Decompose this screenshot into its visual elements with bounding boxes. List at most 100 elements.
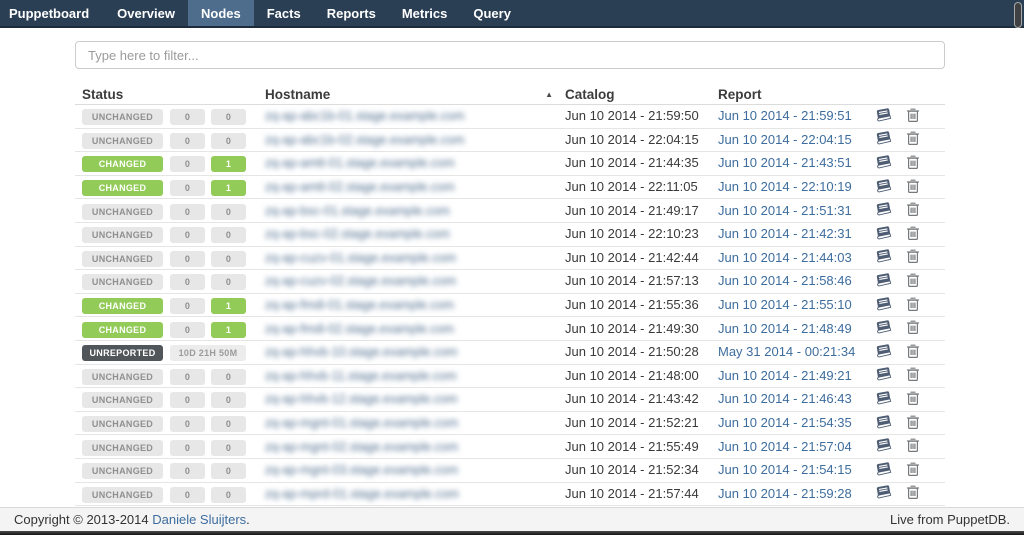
report-book-button[interactable]	[875, 319, 893, 338]
report-link[interactable]: Jun 10 2014 - 21:58:46	[718, 273, 852, 288]
changes-count-badge: 0	[211, 204, 246, 220]
changes-count-badge: 0	[211, 463, 246, 479]
changes-count-badge: 0	[211, 251, 246, 267]
delete-node-button[interactable]	[906, 225, 920, 244]
hostname-link[interactable]: zq-ap-abc1b-02.stage.example.com	[265, 133, 464, 147]
report-link[interactable]: Jun 10 2014 - 21:57:04	[718, 439, 852, 454]
events-count-badge: 0	[170, 133, 205, 149]
hostname-link[interactable]: zq-ap-cuzv-01.stage.example.com	[265, 251, 456, 265]
report-book-button[interactable]	[875, 154, 893, 173]
hostname-link[interactable]: zq-ap-mgnt-02.stage.example.com	[265, 440, 458, 454]
status-badge: CHANGED	[82, 322, 163, 338]
header-hostname-label: Hostname	[265, 87, 330, 102]
report-link[interactable]: Jun 10 2014 - 21:43:51	[718, 155, 852, 170]
hostname-link[interactable]: zq-ap-hhvb-10.stage.example.com	[265, 345, 457, 359]
report-book-button[interactable]	[875, 461, 893, 480]
report-link[interactable]: Jun 10 2014 - 21:44:03	[718, 250, 852, 265]
report-book-button[interactable]	[875, 366, 893, 385]
report-link[interactable]: Jun 10 2014 - 22:04:15	[718, 132, 852, 147]
hostname-link[interactable]: zq-ap-mgnt-01.stage.example.com	[265, 416, 458, 430]
changes-count-badge: 1	[211, 298, 246, 314]
report-book-button[interactable]	[875, 414, 893, 433]
tab-metrics[interactable]: Metrics	[389, 0, 461, 26]
report-book-button[interactable]	[875, 225, 893, 244]
delete-node-button[interactable]	[906, 414, 920, 433]
delete-node-button[interactable]	[906, 390, 920, 409]
events-count-badge: 0	[170, 204, 205, 220]
catalog-timestamp: Jun 10 2014 - 21:52:34	[565, 462, 699, 477]
header-report[interactable]: Report	[718, 87, 875, 102]
scrollbar-thumb[interactable]	[1014, 2, 1022, 28]
report-book-button[interactable]	[875, 343, 893, 362]
delete-node-button[interactable]	[906, 272, 920, 291]
report-link[interactable]: Jun 10 2014 - 21:59:51	[718, 108, 852, 123]
report-link[interactable]: May 31 2014 - 00:21:34	[718, 344, 855, 359]
hostname-link[interactable]: zq-ap-cuzv-02.stage.example.com	[265, 274, 456, 288]
delete-node-button[interactable]	[906, 130, 920, 149]
delete-node-button[interactable]	[906, 319, 920, 338]
report-book-button[interactable]	[875, 272, 893, 291]
brand-puppetboard[interactable]: Puppetboard	[0, 0, 104, 26]
tab-reports[interactable]: Reports	[314, 0, 389, 26]
report-link[interactable]: Jun 10 2014 - 21:48:49	[718, 321, 852, 336]
hostname-link[interactable]: zq-ap-hhvb-11.stage.example.com	[265, 369, 457, 383]
delete-node-button[interactable]	[906, 154, 920, 173]
changes-count-badge: 1	[211, 180, 246, 196]
catalog-timestamp: Jun 10 2014 - 21:59:50	[565, 108, 699, 123]
tab-facts[interactable]: Facts	[254, 0, 314, 26]
report-link[interactable]: Jun 10 2014 - 21:46:43	[718, 391, 852, 406]
report-book-button[interactable]	[875, 201, 893, 220]
report-link[interactable]: Jun 10 2014 - 21:55:10	[718, 297, 852, 312]
events-count-badge: 0	[170, 322, 205, 338]
hostname-link[interactable]: zq-ap-amtt-02.stage.example.com	[265, 180, 455, 194]
header-catalog[interactable]: Catalog	[565, 87, 718, 102]
hostname-link[interactable]: zq-ap-bsc-02.stage.example.com	[265, 227, 450, 241]
hostname-link[interactable]: zq-ap-fmdi-01.stage.example.com	[265, 298, 454, 312]
report-book-button[interactable]	[875, 107, 893, 126]
book-icon	[875, 390, 893, 409]
header-status[interactable]: Status	[75, 87, 170, 102]
report-book-button[interactable]	[875, 296, 893, 315]
delete-node-button[interactable]	[906, 437, 920, 456]
catalog-timestamp: Jun 10 2014 - 21:44:35	[565, 155, 699, 170]
hostname-link[interactable]: zq-ap-hhvb-12.stage.example.com	[265, 392, 457, 406]
hostname-link[interactable]: zq-ap-mgnt-03.stage.example.com	[265, 463, 458, 477]
author-link[interactable]: Daniele Sluijters	[152, 512, 246, 527]
delete-node-button[interactable]	[906, 178, 920, 197]
hostname-link[interactable]: zq-ap-abc1b-01.stage.example.com	[265, 109, 464, 123]
filter-input[interactable]	[75, 41, 945, 69]
report-link[interactable]: Jun 10 2014 - 21:51:31	[718, 203, 852, 218]
hostname-link[interactable]: zq-ap-bsc-01.stage.example.com	[265, 204, 450, 218]
report-link[interactable]: Jun 10 2014 - 22:10:19	[718, 179, 852, 194]
delete-node-button[interactable]	[906, 107, 920, 126]
delete-node-button[interactable]	[906, 461, 920, 480]
hostname-link[interactable]: zq-ap-amtt-01.stage.example.com	[265, 156, 455, 170]
report-book-button[interactable]	[875, 178, 893, 197]
report-link[interactable]: Jun 10 2014 - 21:54:15	[718, 462, 852, 477]
tab-query[interactable]: Query	[460, 0, 524, 26]
delete-node-button[interactable]	[906, 484, 920, 503]
report-book-button[interactable]	[875, 437, 893, 456]
delete-node-button[interactable]	[906, 201, 920, 220]
report-link[interactable]: Jun 10 2014 - 21:54:35	[718, 415, 852, 430]
delete-node-button[interactable]	[906, 366, 920, 385]
status-badge: UNCHANGED	[82, 204, 163, 220]
report-link[interactable]: Jun 10 2014 - 21:49:21	[718, 368, 852, 383]
report-book-button[interactable]	[875, 484, 893, 503]
report-book-button[interactable]	[875, 248, 893, 267]
tab-overview[interactable]: Overview	[104, 0, 188, 26]
delete-node-button[interactable]	[906, 248, 920, 267]
report-book-button[interactable]	[875, 130, 893, 149]
delete-node-button[interactable]	[906, 343, 920, 362]
report-link[interactable]: Jun 10 2014 - 21:59:28	[718, 486, 852, 501]
table-header: Status Hostname ▲ Catalog Report	[75, 85, 945, 105]
catalog-timestamp: Jun 10 2014 - 22:04:15	[565, 132, 699, 147]
report-link[interactable]: Jun 10 2014 - 21:42:31	[718, 226, 852, 241]
tab-nodes[interactable]: Nodes	[188, 0, 254, 26]
delete-node-button[interactable]	[906, 296, 920, 315]
report-book-button[interactable]	[875, 390, 893, 409]
catalog-timestamp: Jun 10 2014 - 21:43:42	[565, 391, 699, 406]
hostname-link[interactable]: zq-ap-fmdi-02.stage.example.com	[265, 322, 454, 336]
header-hostname[interactable]: Hostname ▲	[252, 87, 565, 102]
hostname-link[interactable]: zq-ap-mprd-01.stage.example.com	[265, 487, 459, 501]
